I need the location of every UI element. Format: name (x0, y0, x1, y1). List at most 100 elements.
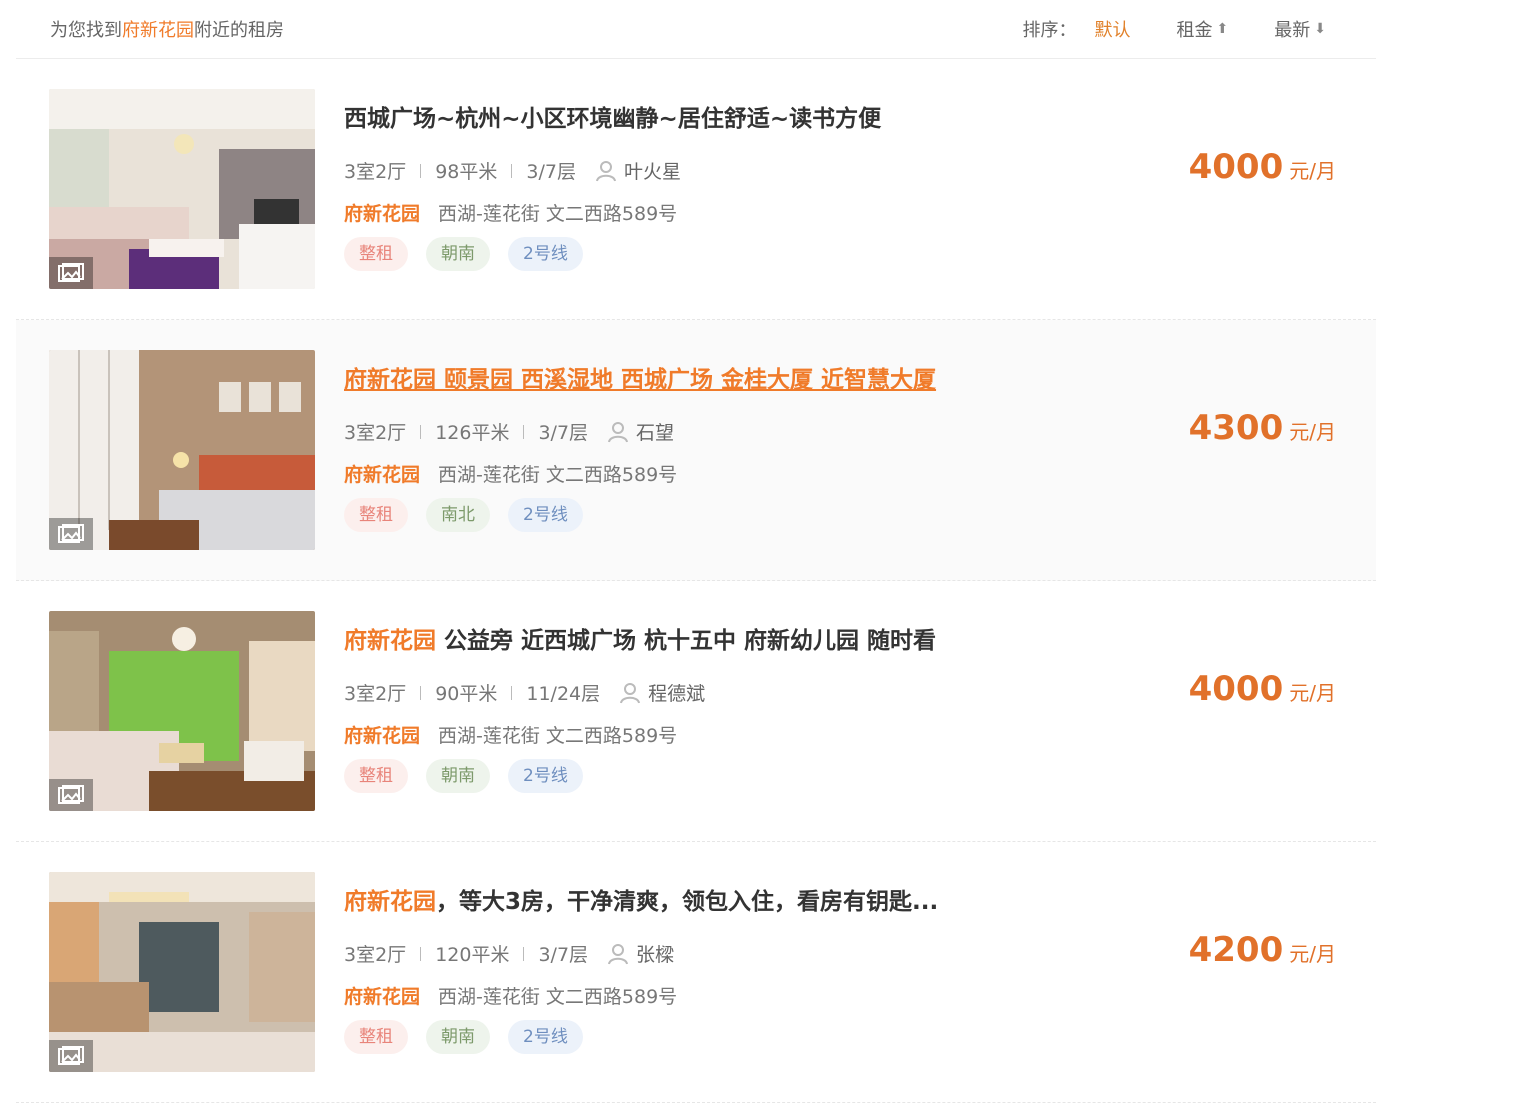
listing-item[interactable]: 府新花园，等大3房，干净清爽，领包入住，看房有钥匙... 3室2厅 120平米 … (16, 842, 1376, 1103)
divider (523, 946, 525, 961)
sort-default-button[interactable]: 默认 (1095, 16, 1131, 42)
listing-page: 为您找到府新花园附近的租房 排序： 默认 租金 ⬆ 最新 ⬇ 西城广场~杭州~小… (16, 0, 1376, 1103)
title-text: 西城广场~杭州~小区环境幽静~居住舒适~读书方便 (344, 106, 882, 132)
listing-address: 府新花园 西湖-莲花街 文二西路589号 (344, 199, 677, 226)
tag-rent-type: 整租 (344, 498, 408, 532)
agent[interactable]: 叶火星 (595, 157, 681, 184)
listing-photo[interactable] (49, 350, 315, 550)
arrow-down-icon: ⬇ (1314, 21, 1326, 37)
floor-area: 98平米 (435, 161, 498, 183)
price-value: 4200 (1188, 930, 1284, 970)
title-text: 府新花园 颐景园 西溪湿地 西城广场 金桂大厦 近智慧大厦 (344, 367, 937, 393)
tag-metro: 2号线 (508, 237, 583, 271)
title-highlight: 府新花园 (344, 889, 436, 915)
floor-level: 3/7层 (538, 944, 589, 966)
tag-rent-type: 整租 (344, 237, 408, 271)
sort-rent-button[interactable]: 租金 ⬆ (1177, 16, 1229, 42)
results-community[interactable]: 府新花园 (122, 20, 194, 41)
address-text: 西湖-莲花街 文二西路589号 (438, 464, 678, 486)
divider (523, 424, 525, 439)
price-value: 4300 (1188, 408, 1284, 448)
divider (420, 163, 422, 178)
person-icon (620, 682, 641, 703)
photo-gallery-icon[interactable] (49, 518, 93, 550)
title-text: 公益旁 近西城广场 杭十五中 府新幼儿园 随时看 (436, 628, 937, 654)
divider (511, 163, 513, 178)
sort-newest-button[interactable]: 最新 ⬇ (1274, 16, 1326, 42)
sort-rent-label: 租金 (1176, 20, 1213, 41)
listing-price: 4000 元/月 (1189, 147, 1336, 187)
agent-name: 张樑 (636, 944, 675, 966)
sort-bar: 排序： 默认 租金 ⬆ 最新 ⬇ (1023, 16, 1326, 42)
sort-default-label: 默认 (1094, 20, 1131, 41)
listing-meta: 3室2厅 98平米 3/7层 叶火星 (344, 157, 681, 184)
listing-photo[interactable] (49, 89, 315, 289)
listing-meta: 3室2厅 126平米 3/7层 石望 (344, 418, 674, 445)
listing-address: 府新花园 西湖-莲花街 文二西路589号 (344, 721, 677, 748)
room-layout: 3室2厅 (344, 422, 407, 444)
listing-photo[interactable] (49, 611, 315, 811)
listing-item[interactable]: 西城广场~杭州~小区环境幽静~居住舒适~读书方便 3室2厅 98平米 3/7层 … (16, 59, 1376, 320)
photo-gallery-icon[interactable] (49, 257, 93, 289)
listing-meta: 3室2厅 90平米 11/24层 程德斌 (344, 679, 705, 706)
tag-rent-type: 整租 (344, 759, 408, 793)
agent[interactable]: 石望 (608, 418, 674, 445)
tag-metro: 2号线 (508, 759, 583, 793)
listing-title[interactable]: 府新花园 公益旁 近西城广场 杭十五中 府新幼儿园 随时看 (344, 621, 936, 655)
price-value: 4000 (1188, 669, 1284, 709)
tag-metro: 2号线 (508, 498, 583, 532)
person-icon (595, 160, 616, 181)
listing-address: 府新花园 西湖-莲花街 文二西路589号 (344, 460, 677, 487)
room-layout: 3室2厅 (344, 161, 407, 183)
listing-title[interactable]: 府新花园，等大3房，干净清爽，领包入住，看房有钥匙... (344, 882, 938, 916)
community-link[interactable]: 府新花园 (344, 725, 420, 747)
tag-rent-type: 整租 (344, 1020, 408, 1054)
floor-level: 11/24层 (526, 683, 601, 705)
listing-price: 4300 元/月 (1189, 408, 1336, 448)
results-summary: 为您找到府新花园附近的租房 (50, 16, 284, 42)
person-icon (608, 943, 629, 964)
community-link[interactable]: 府新花园 (344, 986, 420, 1008)
sort-newest-label: 最新 (1274, 20, 1311, 41)
photo-gallery-icon[interactable] (49, 779, 93, 811)
tag-orientation: 南北 (426, 498, 490, 532)
listing-item[interactable]: 府新花园 颐景园 西溪湿地 西城广场 金桂大厦 近智慧大厦 3室2厅 126平米… (16, 320, 1376, 581)
listing-address: 府新花园 西湖-莲花街 文二西路589号 (344, 982, 677, 1009)
person-icon (608, 421, 629, 442)
room-layout: 3室2厅 (344, 944, 407, 966)
tag-orientation: 朝南 (426, 1020, 490, 1054)
photo-gallery-icon[interactable] (49, 1040, 93, 1072)
title-highlight: 府新花园 (344, 628, 436, 654)
listing-price: 4000 元/月 (1189, 669, 1336, 709)
agent-name: 叶火星 (623, 161, 681, 183)
listing-photo[interactable] (49, 872, 315, 1072)
title-text: ，等大3房，干净清爽，领包入住，看房有钥匙... (436, 889, 939, 915)
arrow-up-icon: ⬆ (1216, 21, 1229, 37)
results-header: 为您找到府新花园附近的租房 排序： 默认 租金 ⬆ 最新 ⬇ (16, 0, 1376, 59)
results-suffix: 附近的租房 (194, 20, 284, 41)
listing-tags: 整租 朝南 2号线 (344, 237, 601, 271)
agent-name: 程德斌 (648, 683, 706, 705)
listing-tags: 整租 朝南 2号线 (344, 1020, 601, 1054)
listing-tags: 整租 朝南 2号线 (344, 759, 601, 793)
listing-item[interactable]: 府新花园 公益旁 近西城广场 杭十五中 府新幼儿园 随时看 3室2厅 90平米 … (16, 581, 1376, 842)
address-text: 西湖-莲花街 文二西路589号 (438, 725, 678, 747)
agent[interactable]: 张樑 (608, 940, 674, 967)
agent-name: 石望 (636, 422, 675, 444)
tag-orientation: 朝南 (426, 759, 490, 793)
price-unit: 元/月 (1289, 681, 1336, 705)
listing-title[interactable]: 西城广场~杭州~小区环境幽静~居住舒适~读书方便 (344, 99, 881, 133)
floor-area: 126平米 (435, 422, 510, 444)
community-link[interactable]: 府新花园 (344, 464, 420, 486)
divider (420, 685, 422, 700)
room-layout: 3室2厅 (344, 683, 407, 705)
listing-title[interactable]: 府新花园 颐景园 西溪湿地 西城广场 金桂大厦 近智慧大厦 (344, 360, 936, 394)
floor-area: 90平米 (435, 683, 498, 705)
tag-metro: 2号线 (508, 1020, 583, 1054)
divider (420, 946, 422, 961)
listing-price: 4200 元/月 (1189, 930, 1336, 970)
listing-meta: 3室2厅 120平米 3/7层 张樑 (344, 940, 674, 967)
divider (511, 685, 513, 700)
community-link[interactable]: 府新花园 (344, 203, 420, 225)
agent[interactable]: 程德斌 (620, 679, 705, 706)
